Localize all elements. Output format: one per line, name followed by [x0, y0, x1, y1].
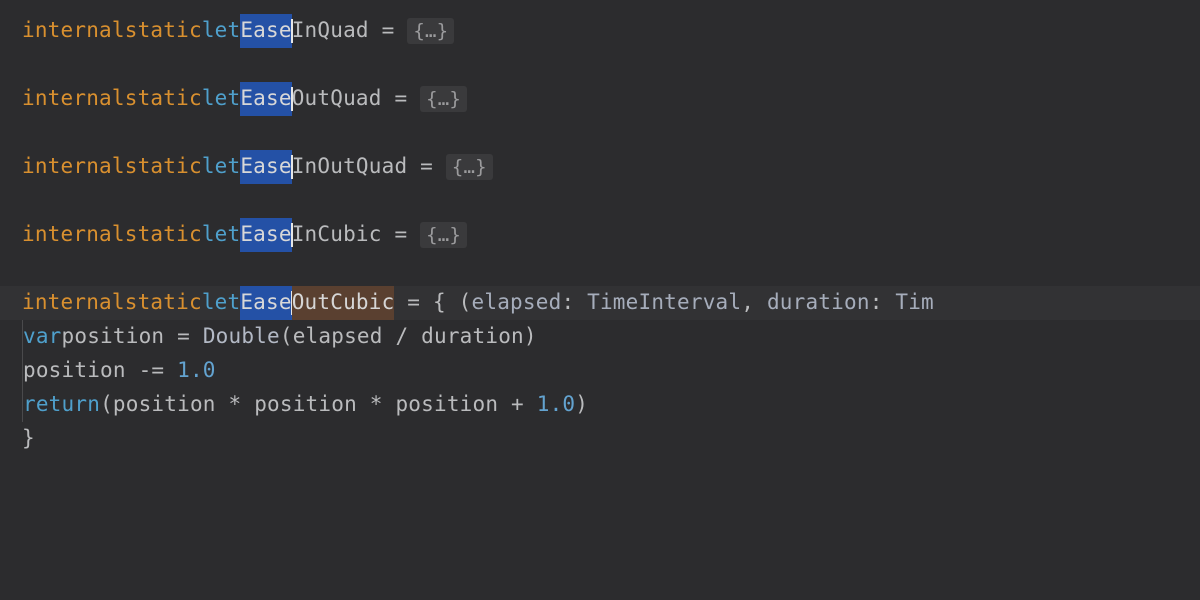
blank-line [0, 184, 1200, 218]
keyword-internal: internal [22, 218, 125, 252]
keyword-var: var [23, 320, 62, 354]
brace: } [22, 422, 35, 456]
number-literal: 1.0 [537, 388, 576, 422]
code-line[interactable]: internal static let EaseInCubic = {…} [0, 218, 1200, 252]
code-line[interactable]: internal static let EaseOutQuad = {…} [0, 82, 1200, 116]
code-line[interactable]: internal static let EaseInQuad = {…} [0, 14, 1200, 48]
closure-param: duration [767, 286, 870, 320]
fold-marker[interactable]: {…} [420, 222, 467, 248]
fold-marker[interactable]: {…} [407, 18, 454, 44]
operator: * [357, 388, 396, 422]
paren: ( [100, 388, 113, 422]
keyword-internal: internal [22, 14, 125, 48]
operator: = [407, 150, 446, 184]
identifier-highlight: OutCubic [292, 286, 395, 320]
operator: = [382, 82, 421, 116]
closure-param: elapsed [472, 286, 562, 320]
type-name: TimeInterval [587, 286, 741, 320]
search-match: Ease [240, 150, 291, 184]
operator: / [383, 320, 422, 354]
colon: : [561, 286, 587, 320]
operator: = [369, 14, 408, 48]
colon: : [870, 286, 896, 320]
code-line[interactable]: internal static let EaseInOutQuad = {…} [0, 150, 1200, 184]
type-constructor: Double [203, 320, 280, 354]
number-literal: 1.0 [177, 354, 216, 388]
operator: + [498, 388, 537, 422]
keyword-let: let [202, 82, 241, 116]
keyword-let: let [202, 14, 241, 48]
keyword-internal: internal [22, 82, 125, 116]
identifier: InQuad [292, 14, 369, 48]
code-line[interactable]: return (position * position * position +… [0, 388, 1200, 422]
brace: { ( [433, 286, 472, 320]
identifier: InOutQuad [292, 150, 408, 184]
operator: = [164, 320, 203, 354]
keyword-return: return [23, 388, 100, 422]
paren: ( [280, 320, 293, 354]
keyword-static: static [125, 218, 202, 252]
blank-line [0, 48, 1200, 82]
paren: ) [575, 388, 588, 422]
keyword-let: let [202, 286, 241, 320]
code-line[interactable]: } [0, 422, 1200, 456]
code-line[interactable]: var position = Double(elapsed / duration… [0, 320, 1200, 354]
identifier: OutQuad [292, 82, 382, 116]
operator: = [394, 286, 433, 320]
code-editor[interactable]: internal static let EaseInQuad = {…} int… [0, 0, 1200, 456]
keyword-let: let [202, 218, 241, 252]
fold-marker[interactable]: {…} [446, 154, 493, 180]
identifier: position [113, 388, 216, 422]
keyword-internal: internal [22, 150, 125, 184]
keyword-static: static [125, 286, 202, 320]
identifier: position [62, 320, 165, 354]
identifier: position [254, 388, 357, 422]
search-match: Ease [240, 14, 291, 48]
search-match-current: Ease [240, 286, 291, 320]
blank-line [0, 252, 1200, 286]
identifier: InCubic [292, 218, 382, 252]
type-name-truncated: Tim [895, 286, 934, 320]
code-line[interactable]: position -= 1.0 [0, 354, 1200, 388]
operator: -= [126, 354, 177, 388]
search-match: Ease [240, 82, 291, 116]
paren: ) [524, 320, 537, 354]
identifier: position [23, 354, 126, 388]
identifier: duration [421, 320, 524, 354]
keyword-static: static [125, 150, 202, 184]
keyword-static: static [125, 82, 202, 116]
identifier: position [395, 388, 498, 422]
keyword-internal: internal [22, 286, 125, 320]
keyword-static: static [125, 14, 202, 48]
search-match: Ease [240, 218, 291, 252]
operator: = [382, 218, 421, 252]
fold-marker[interactable]: {…} [420, 86, 467, 112]
blank-line [0, 116, 1200, 150]
identifier: elapsed [293, 320, 383, 354]
operator: * [216, 388, 255, 422]
code-line-active[interactable]: internal static let EaseOutCubic = { (el… [0, 286, 1200, 320]
keyword-let: let [202, 150, 241, 184]
comma: , [741, 286, 767, 320]
